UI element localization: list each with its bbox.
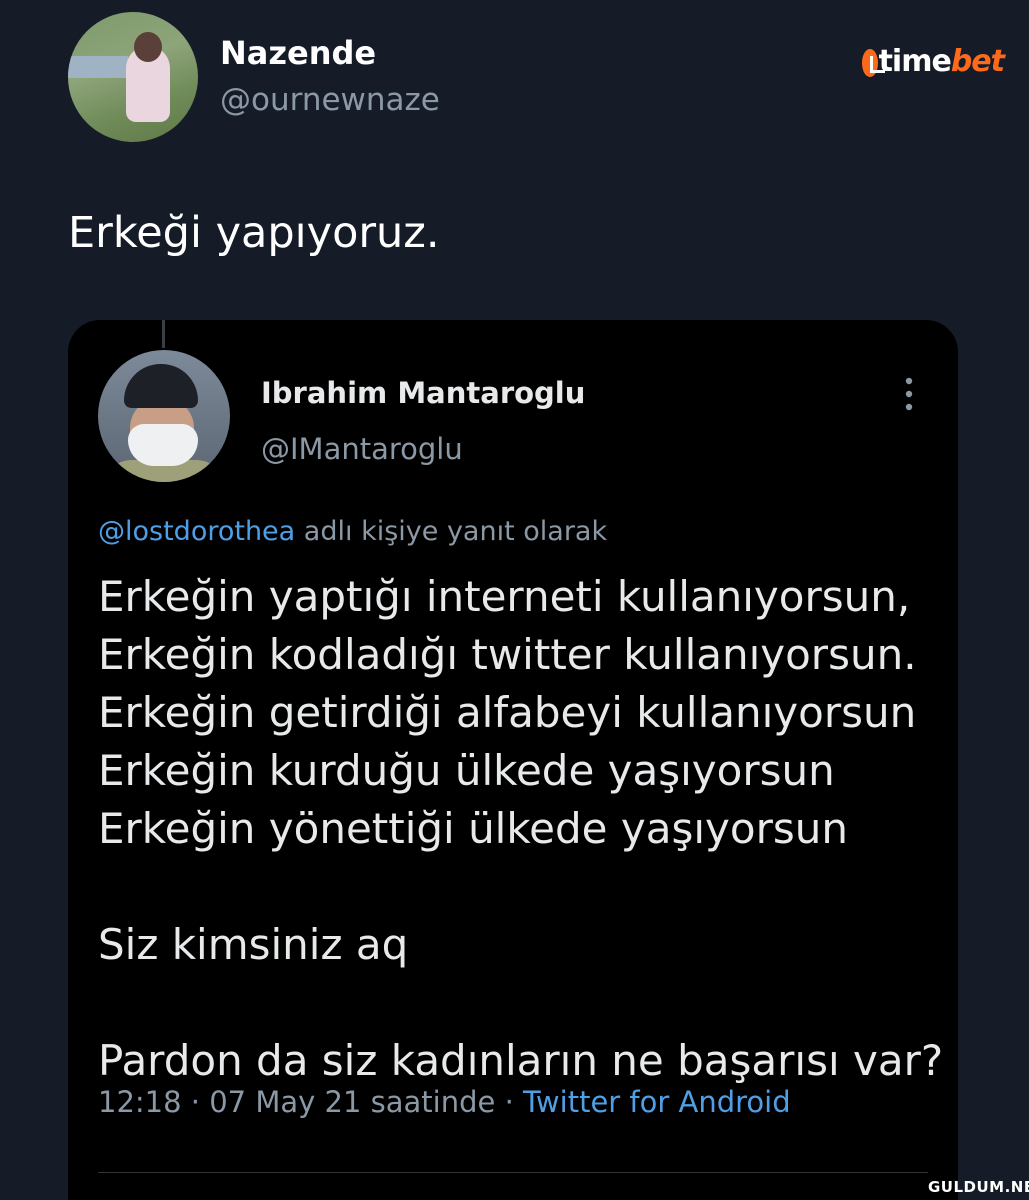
logo-bet-text: bet	[950, 43, 1005, 79]
body-line: Erkeğin kodladığı twitter kullanıyorsun.	[98, 630, 917, 679]
tweet-timestamp[interactable]: 12:18 · 07 May 21 saatinde ·	[98, 1085, 523, 1119]
body-line: Erkeğin yaptığı interneti kullanıyorsun,	[98, 572, 911, 621]
body-line: Erkeğin getirdiği alfabeyi kullanıyorsun	[98, 688, 917, 737]
reply-context: @lostdorothea adlı kişiye yanıt olarak	[98, 516, 607, 547]
tweet-text: Erkeği yapıyoruz.	[68, 208, 440, 258]
author-avatar[interactable]	[68, 12, 198, 142]
logo-time-text: time	[878, 43, 952, 79]
tweet-meta: 12:18 · 07 May 21 saatinde · Twitter for…	[98, 1085, 791, 1119]
avatar-cap	[124, 364, 198, 408]
body-line: Siz kimsiniz aq	[98, 920, 409, 969]
clock-icon	[862, 49, 885, 77]
author-name[interactable]: Nazende	[220, 34, 376, 72]
timebet-logo: time bet	[862, 38, 1005, 84]
quoted-author-name[interactable]: Ibrahim Mantaroglu	[261, 376, 585, 410]
body-line: Pardon da siz kadınların ne başarısı var…	[98, 1036, 944, 1085]
avatar-mask	[128, 424, 198, 466]
body-line: Erkeğin yönettiği ülkede yaşıyorsun	[98, 804, 848, 853]
reply-mention-link[interactable]: @lostdorothea	[98, 516, 295, 547]
body-line: Erkeğin kurduğu ülkede yaşıyorsun	[98, 746, 835, 795]
quoted-tweet-body: Erkeğin yaptığı interneti kullanıyorsun,…	[98, 568, 948, 1090]
avatar-water	[68, 56, 128, 78]
quoted-author-handle[interactable]: @IMantaroglu	[261, 432, 463, 466]
watermark: GULDUM.NET	[928, 1178, 1029, 1196]
quoted-tweet-card[interactable]: Ibrahim Mantaroglu @IMantaroglu @lostdor…	[68, 320, 958, 1200]
divider	[98, 1172, 928, 1173]
thread-line	[162, 320, 165, 348]
quoted-author-avatar[interactable]	[98, 350, 230, 482]
more-vertical-icon[interactable]	[894, 374, 924, 414]
tweet-source-link[interactable]: Twitter for Android	[523, 1085, 791, 1119]
avatar-head	[134, 32, 162, 62]
reply-suffix: adlı kişiye yanıt olarak	[295, 516, 608, 547]
author-handle[interactable]: @ournewnaze	[220, 82, 440, 118]
